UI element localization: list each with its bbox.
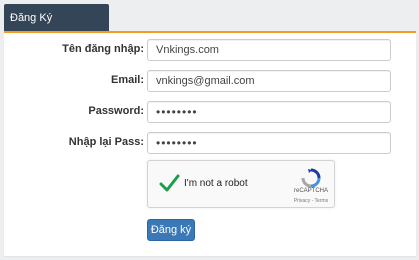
register-tab[interactable]: Đăng Ký: [4, 4, 109, 31]
recaptcha-label: I'm not a robot: [184, 178, 248, 189]
email-input[interactable]: vnkings@gmail.com: [147, 70, 391, 92]
recaptcha-brand: reCAPTCHA: [294, 188, 329, 194]
register-panel: Đăng Ký Tên đăng nhập: Vnkings.com Email…: [4, 4, 416, 256]
recaptcha-privacy-terms[interactable]: Privacy - Terms: [292, 198, 330, 204]
email-row: Email: vnkings@gmail.com: [4, 70, 416, 92]
username-label: Tên đăng nhập:: [62, 43, 144, 55]
register-form: Tên đăng nhập: Vnkings.com Email: vnking…: [4, 31, 416, 256]
confirm-password-row: Nhập lại Pass: ••••••••: [4, 132, 416, 154]
username-row: Tên đăng nhập: Vnkings.com: [4, 39, 416, 61]
password-row: Password: ••••••••: [4, 101, 416, 123]
password-input[interactable]: ••••••••: [147, 101, 391, 123]
username-input[interactable]: Vnkings.com: [147, 39, 391, 61]
recaptcha-widget[interactable]: I'm not a robot reCAPTCHA Privacy - Term…: [147, 160, 335, 208]
register-button[interactable]: Đăng ký: [147, 219, 195, 241]
confirm-password-input[interactable]: ••••••••: [147, 132, 391, 154]
password-label: Password:: [88, 105, 144, 117]
recaptcha-logo-icon: [300, 167, 322, 189]
email-label: Email:: [110, 74, 144, 86]
confirm-password-label: Nhập lại Pass:: [68, 136, 144, 148]
checkmark-icon[interactable]: [158, 172, 180, 194]
